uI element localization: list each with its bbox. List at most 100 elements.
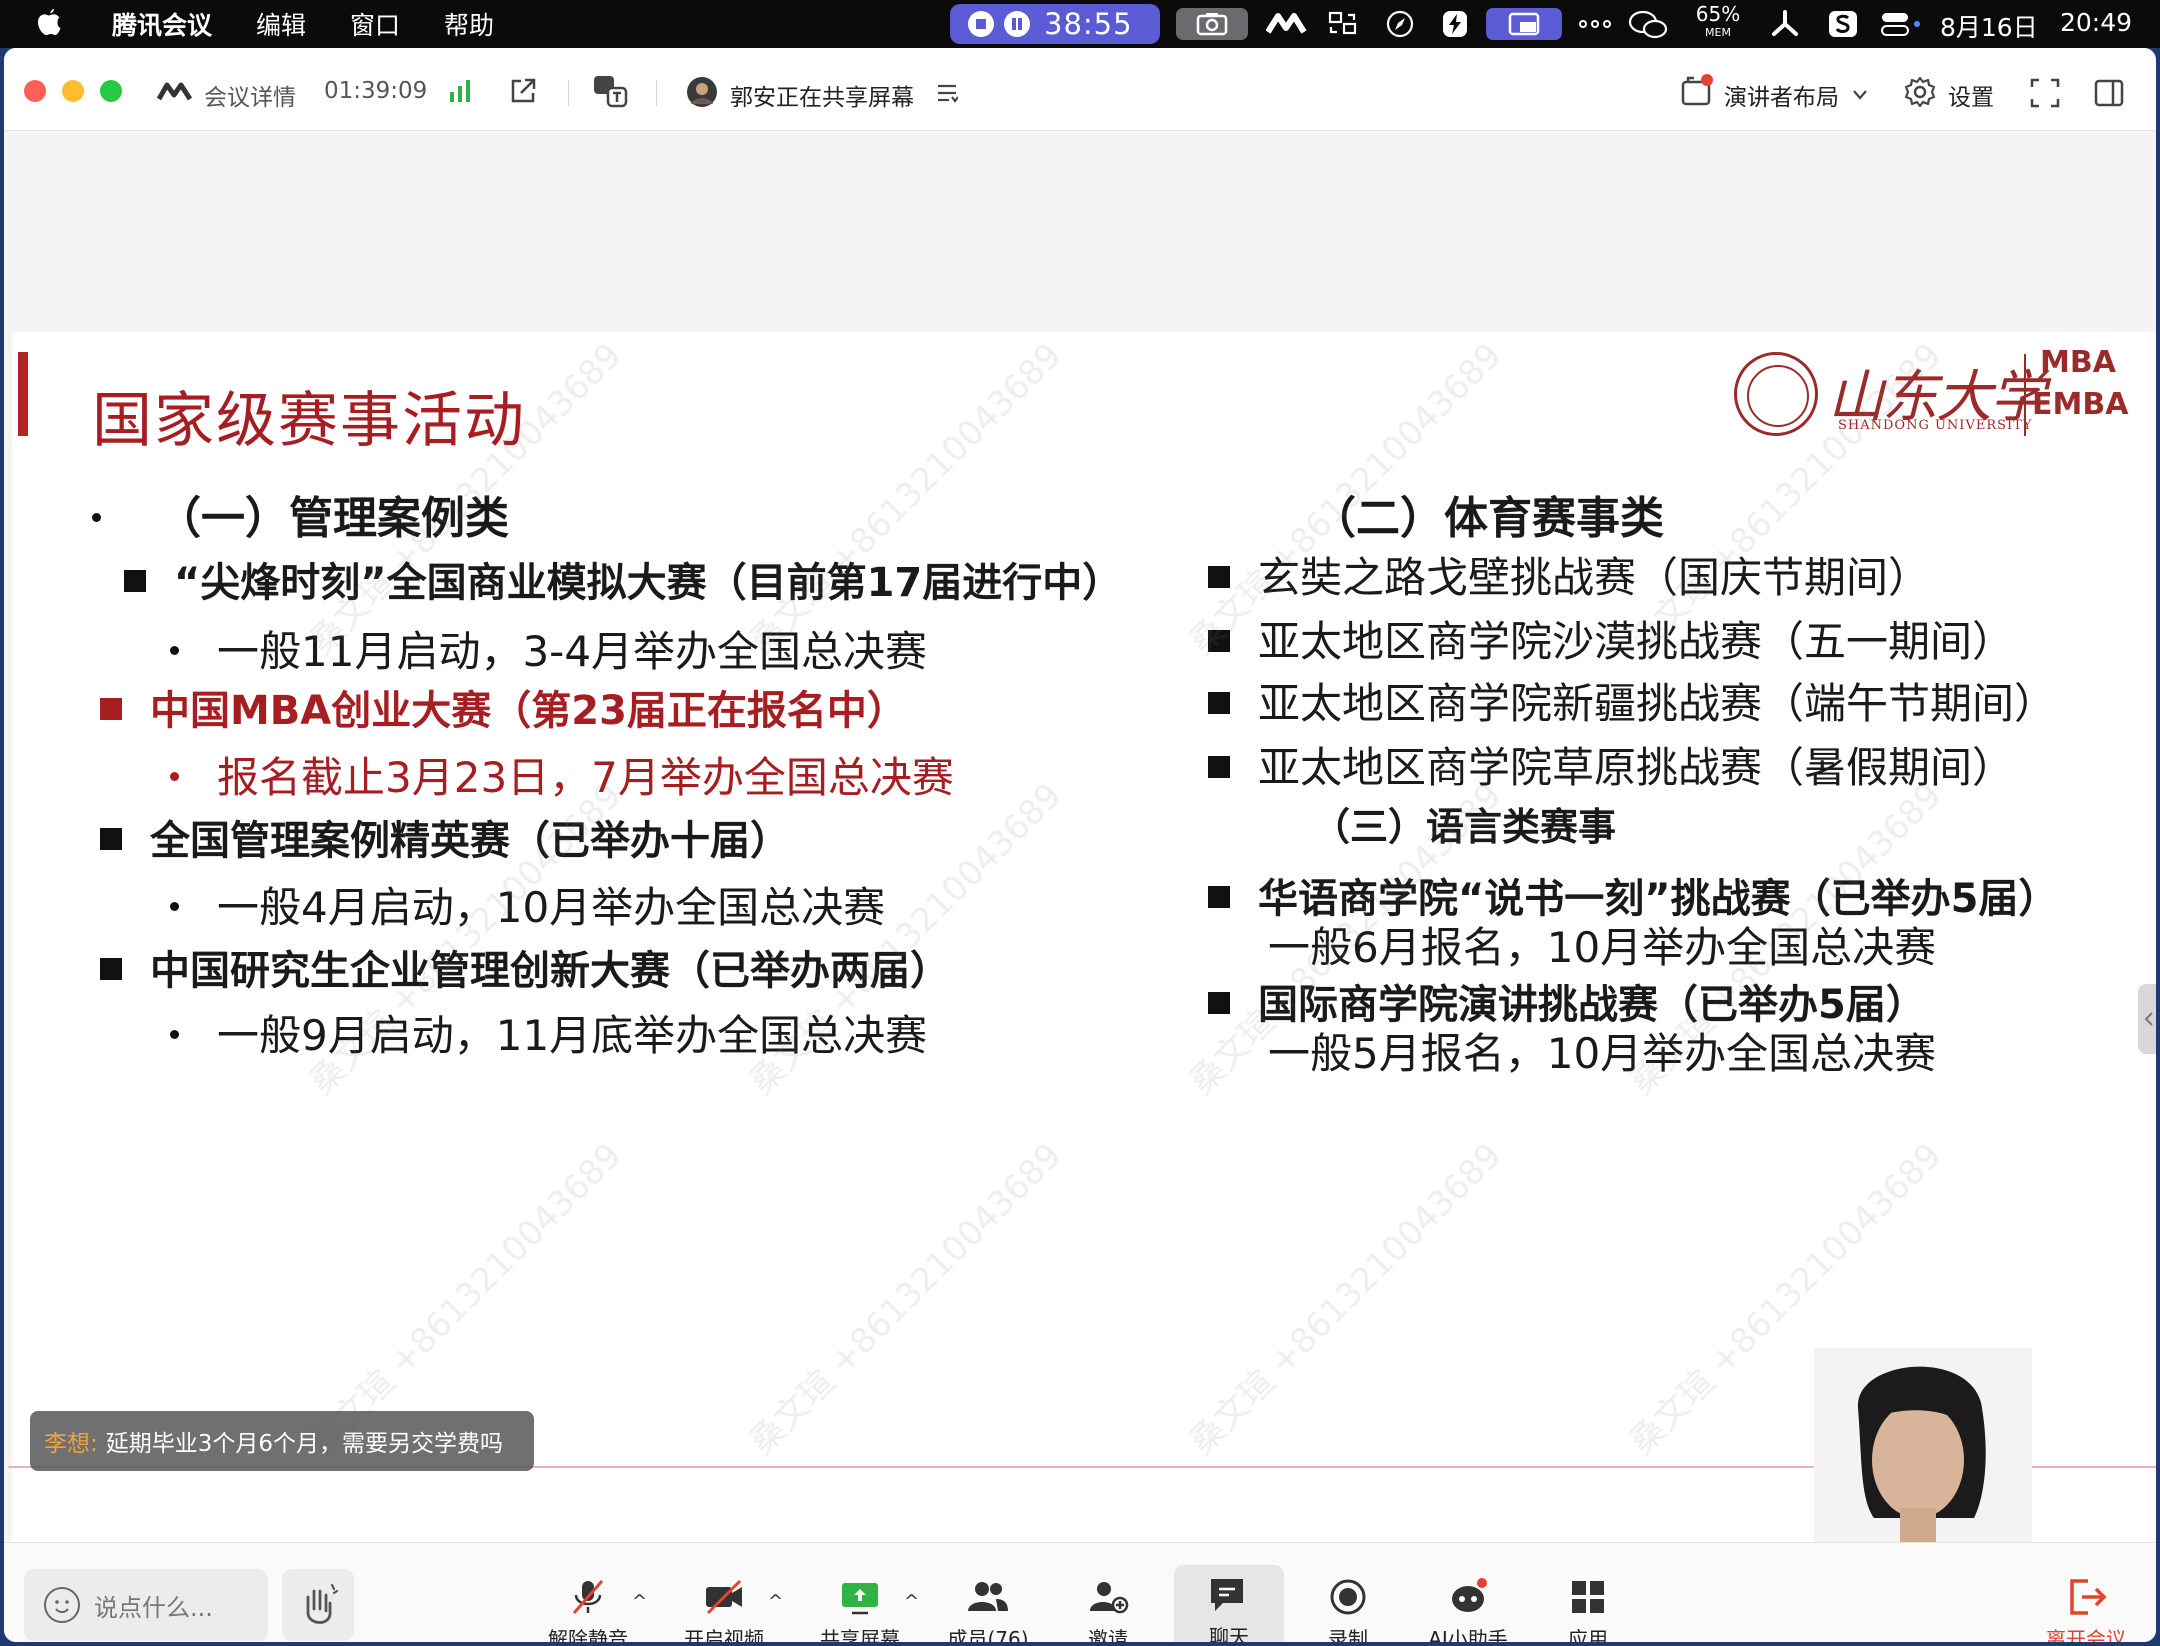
- invite-button[interactable]: 邀请: [1048, 1577, 1168, 1642]
- left-sub-highlight: 报名截止3月23日，7月举办全国总决赛: [170, 744, 954, 805]
- speaker-layout-icon[interactable]: [1680, 74, 1716, 112]
- close-window-button[interactable]: [24, 80, 46, 102]
- memory-indicator: 65% MEM: [1694, 4, 1742, 38]
- shared-screen: 国家级赛事活动 山东大学 SHANDONG UNIVERSITY MBA EMB…: [8, 132, 2156, 1626]
- muted-mic-icon: [572, 1580, 604, 1614]
- translate-icon[interactable]: [592, 74, 628, 112]
- video-options-caret[interactable]: ^: [768, 1591, 783, 1612]
- right-header-text: （二）体育赛事类: [1312, 493, 1664, 544]
- speaker-layout-dropdown[interactable]: 演讲者布局: [1724, 78, 1839, 112]
- start-video-label: 开启视频: [684, 1627, 764, 1642]
- left-item-text: “尖烽时刻”全国商业模拟大赛（目前第17届进行中）: [174, 560, 1123, 606]
- raise-hand-button[interactable]: [282, 1569, 354, 1641]
- external-link-icon[interactable]: [508, 76, 538, 110]
- start-video-button[interactable]: 开启视频: [664, 1577, 784, 1642]
- bullet-square: [1208, 629, 1230, 652]
- shandong-university-logo: 山东大学 SHANDONG UNIVERSITY MBA EMBA: [1734, 348, 2134, 458]
- left-item: 全国管理案例精英赛（已举办十届）: [100, 808, 790, 866]
- bullet-square: [100, 958, 122, 980]
- university-seal-icon: [1734, 352, 1818, 436]
- bullet-dot: [170, 1030, 179, 1039]
- invite-label: 邀请: [1088, 1627, 1128, 1642]
- menu-time[interactable]: 20:49: [2060, 8, 2132, 37]
- share-screen-button[interactable]: 共享屏幕: [800, 1577, 920, 1642]
- tencent-meeting-icon[interactable]: [1265, 10, 1312, 38]
- fan-icon[interactable]: [1770, 10, 1800, 38]
- left-sub: 一般11月启动，3-4月举办全国总决赛: [170, 618, 927, 679]
- members-button[interactable]: 成员(76): [928, 1577, 1048, 1642]
- slide-title: 国家级赛事活动: [92, 386, 526, 456]
- menu-edit[interactable]: 编辑: [256, 6, 306, 42]
- menu-window[interactable]: 窗口: [350, 6, 400, 42]
- left-sub: 一般9月启动，11月底举办全国总决赛: [170, 1002, 927, 1063]
- add-user-icon: [1090, 1582, 1129, 1614]
- left-sub-text: 一般4月启动，10月举办全国总决赛: [217, 883, 886, 932]
- apple-icon[interactable]: [36, 7, 76, 41]
- chat-notification[interactable]: 李想: 延期毕业3个月6个月，需要另交学费吗: [30, 1411, 534, 1471]
- audio-options-caret[interactable]: ^: [632, 1591, 647, 1612]
- compass-icon[interactable]: [1385, 10, 1415, 38]
- say-something-input[interactable]: 说点什么...: [24, 1569, 268, 1641]
- share-screen-label: 共享屏幕: [820, 1627, 900, 1642]
- display-arrange-icon[interactable]: [1328, 10, 1358, 38]
- right-header: （二）体育赛事类: [1312, 482, 1664, 546]
- bullet-square: [1208, 992, 1230, 1014]
- logo-emba: EMBA: [2032, 387, 2129, 422]
- chevron-down-icon[interactable]: [1852, 86, 1868, 105]
- emoji-icon[interactable]: [44, 1587, 80, 1623]
- right-item: 亚太地区商学院沙漠挑战赛（五一期间）: [1208, 608, 2014, 669]
- wechat-icon[interactable]: [1628, 10, 1668, 39]
- minimize-window-button[interactable]: [62, 80, 84, 102]
- left-item: “尖烽时刻”全国商业模拟大赛（目前第17届进行中）: [124, 550, 1122, 608]
- right-item-text: 亚太地区商学院沙漠挑战赛（五一期间）: [1258, 617, 2015, 666]
- menu-bar: 腾讯会议 编辑 窗口 帮助 38:55 65% MEM 8月16日 20:49: [0, 0, 2160, 48]
- sidebar-toggle-icon[interactable]: [2094, 78, 2124, 112]
- gear-icon[interactable]: [1904, 76, 1936, 112]
- meeting-details-link[interactable]: 会议详情: [204, 78, 296, 112]
- right-plain: 一般6月报名，10月举办全国总决赛: [1268, 914, 1936, 975]
- control-center-icon[interactable]: [1880, 10, 1922, 38]
- menu-app-name[interactable]: 腾讯会议: [112, 6, 212, 42]
- bolt-app-icon[interactable]: [1440, 10, 1470, 38]
- right-header: （三）语言类赛事: [1312, 796, 1616, 851]
- left-header: （一）管理案例类: [92, 482, 509, 546]
- right-plain: 一般5月报名，10月举办全国总决赛: [1268, 1020, 1936, 1081]
- right-item-text: 亚太地区商学院新疆挑战赛（端午节期间）: [1258, 679, 2057, 728]
- fullscreen-icon[interactable]: [2030, 78, 2060, 112]
- apps-grid-icon: [1572, 1581, 1604, 1613]
- collapse-side-tab[interactable]: [2138, 984, 2156, 1054]
- sogou-input-icon[interactable]: [1828, 10, 1858, 38]
- list-menu-icon[interactable]: [936, 82, 959, 108]
- settings-button[interactable]: 设置: [1948, 78, 1994, 112]
- left-sub-text: 一般11月启动，3-4月举办全国总决赛: [217, 627, 928, 676]
- chat-button[interactable]: 聊天: [1174, 1565, 1284, 1642]
- record-button[interactable]: 录制: [1288, 1577, 1408, 1642]
- apps-button[interactable]: 应用: [1528, 1577, 1648, 1642]
- right-item-text: 玄奘之路戈壁挑战赛（国庆节期间）: [1258, 553, 1931, 602]
- bullet-dot: [170, 772, 179, 781]
- recording-pill[interactable]: 38:55: [950, 4, 1160, 44]
- more-dots-icon[interactable]: [1578, 10, 1612, 38]
- camera-icon[interactable]: [1176, 8, 1248, 40]
- memory-label: MEM: [1705, 26, 1731, 39]
- leave-meeting-button[interactable]: 离开会议: [2026, 1577, 2146, 1642]
- maximize-window-button[interactable]: [100, 80, 122, 102]
- left-item-text: 全国管理案例精英赛（已举办十届）: [150, 818, 790, 864]
- share-options-caret[interactable]: ^: [904, 1591, 919, 1612]
- bullet-square: [1208, 565, 1230, 588]
- stop-recording-icon[interactable]: [968, 11, 994, 37]
- menu-help[interactable]: 帮助: [444, 6, 494, 42]
- pause-recording-icon[interactable]: [1004, 11, 1030, 37]
- left-item-text: 中国研究生企业管理创新大赛（已举办两届）: [150, 948, 950, 994]
- avatar[interactable]: [686, 76, 718, 112]
- signal-strength-icon[interactable]: [448, 78, 474, 108]
- say-placeholder: 说点什么...: [94, 1593, 213, 1622]
- right-item: 亚太地区商学院新疆挑战赛（端午节期间）: [1208, 670, 2056, 731]
- screen-share-status-icon[interactable]: [1486, 8, 1562, 40]
- unmute-button[interactable]: 解除静音: [528, 1577, 648, 1642]
- menu-date[interactable]: 8月16日: [1940, 8, 2038, 44]
- recording-timer: 38:55: [1044, 7, 1133, 41]
- bullet-dot: [170, 646, 179, 655]
- bullet-dot: [92, 512, 101, 522]
- ai-assistant-button[interactable]: AI小助手: [1408, 1577, 1528, 1642]
